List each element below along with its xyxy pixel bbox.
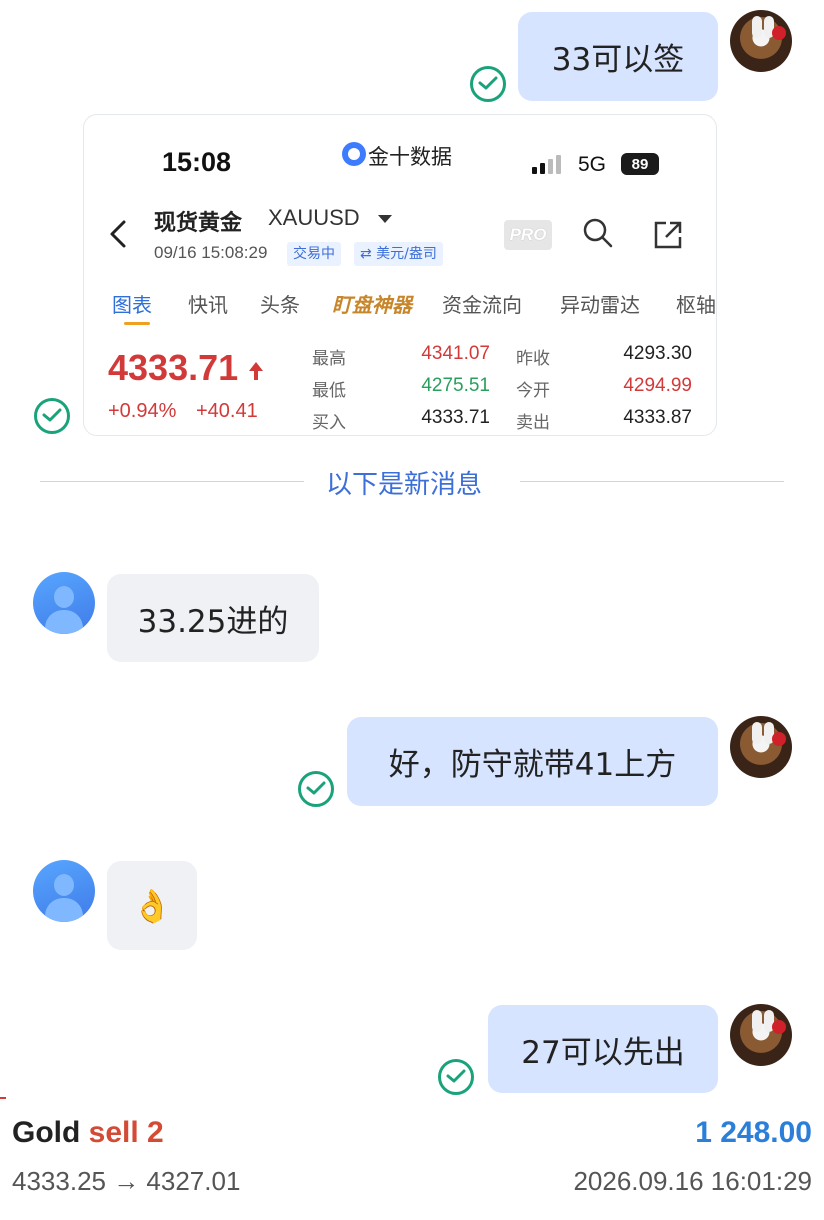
my-avatar[interactable] [730,716,792,778]
high-label: 最高 [312,349,346,369]
trade-profit: 1 248.00 [695,1116,812,1149]
read-check-icon [34,398,70,434]
incoming-message-bubble[interactable]: 👌 [107,861,197,950]
incoming-message-bubble[interactable]: 33.25进的 [107,574,319,662]
quote-datetime: 09/16 15:08:29 [154,243,268,262]
tab-capital-flow[interactable]: 资金流向 [442,289,522,318]
instrument-symbol[interactable]: XAUUSD [268,205,360,231]
bid-value: 4333.71 [421,407,490,428]
new-messages-divider-line [40,481,304,482]
back-arrow-icon[interactable] [108,219,128,249]
instrument-title: 现货黄金 [154,211,243,236]
pro-button[interactable]: PRO [504,220,552,250]
tab-pivot[interactable]: 枢轴 [676,289,716,318]
bid-label: 买入 [312,413,346,433]
footer-accent-mark [0,1097,6,1099]
current-price: 4333.71 [108,347,239,388]
network-type: 5G [578,153,607,176]
contact-avatar[interactable] [33,860,95,922]
ask-label: 卖出 [516,413,550,433]
tab-headlines[interactable]: 头条 [260,289,300,318]
currency-unit-badge: ⇄ 美元/盎司 [354,242,443,266]
trade-side: sell 2 [88,1116,164,1149]
app-name: 金十数据 [368,145,452,169]
tab-watch-tool[interactable]: 盯盘神器 [332,289,412,318]
contact-avatar[interactable] [33,572,95,634]
new-messages-divider-label: 以下是新消息 [326,470,483,500]
low-value: 4275.51 [421,375,490,396]
chevron-down-icon[interactable] [378,215,392,223]
message-text: 33可以签 [551,42,685,78]
tab-anomaly-radar[interactable]: 异动雷达 [560,289,640,318]
active-tab-indicator [124,322,150,325]
share-icon[interactable] [652,219,684,251]
battery-indicator: 89 [621,153,659,175]
message-text: 好，防守就带41上方 [388,747,677,783]
tab-chart[interactable]: 图表 [112,289,152,318]
read-check-icon [298,771,334,807]
message-text: 33.25进的 [137,603,289,640]
outgoing-message-bubble[interactable]: 好，防守就带41上方 [347,717,718,806]
read-check-icon [470,66,506,102]
quote-screenshot-card[interactable]: 15:08 金十数据 5G 89 现货黄金 XAUUSD 09/16 15:08… [83,114,717,436]
prev-close-label: 昨收 [516,349,550,369]
open-value: 4294.99 [623,375,692,396]
my-avatar[interactable] [730,10,792,72]
new-messages-divider-line [520,481,784,482]
app-logo-icon [342,142,366,166]
ask-value: 4333.87 [623,407,692,428]
status-time: 15:08 [162,147,232,177]
high-value: 4341.07 [421,343,490,364]
up-arrow-icon [249,362,263,380]
change-absolute: +40.41 [196,400,258,422]
low-label: 最低 [312,381,346,401]
change-percent: +0.94% [108,400,177,422]
read-check-icon [438,1059,474,1095]
trade-title: Gold sell 2 [12,1116,164,1150]
outgoing-message-bubble[interactable]: 27可以先出 [488,1005,718,1093]
prev-close-value: 4293.30 [623,343,692,364]
my-avatar[interactable] [730,1004,792,1066]
trade-asset: Gold [12,1116,81,1149]
trading-status-badge: 交易中 [287,242,341,266]
signal-icon [532,155,561,174]
message-text: 27可以先出 [521,1034,685,1071]
search-icon[interactable] [582,217,614,249]
ok-hand-emoji: 👌 [132,886,172,925]
tab-flash-news[interactable]: 快讯 [188,289,228,318]
trade-timestamp: 2026.09.16 16:01:29 [573,1166,812,1196]
outgoing-message-bubble[interactable]: 33可以签 [518,12,718,101]
trade-price-path: 4333.25 → 4327.01 [12,1166,241,1196]
open-label: 今开 [516,381,550,401]
